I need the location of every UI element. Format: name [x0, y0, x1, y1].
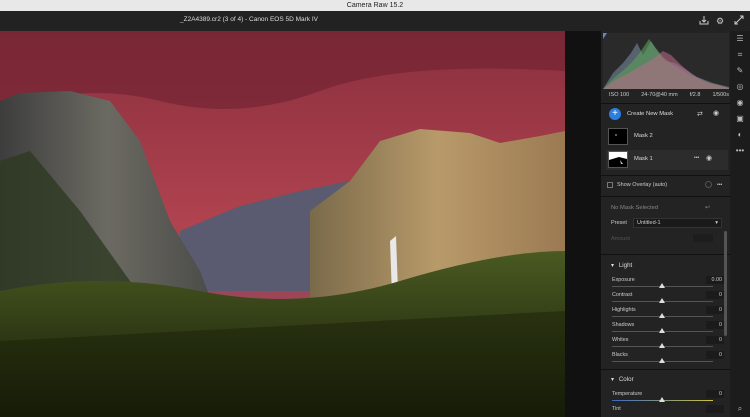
masking-panel: ISO 100 24-70@40 mm f/2.8 1/500s + Creat… [600, 31, 730, 417]
eye-icon[interactable]: ◉ [706, 154, 712, 162]
slider-thumb[interactable] [659, 343, 665, 348]
top-toolbar: _Z2A4389.cr2 (3 of 4) - Canon EOS 5D Mar… [0, 11, 750, 31]
divider [601, 103, 730, 104]
gear-icon[interactable]: ⚙ [714, 15, 726, 27]
slider-value[interactable]: 0 [706, 291, 724, 299]
divider [601, 196, 730, 197]
mask-item-2[interactable]: Mask 2 [606, 127, 728, 147]
shadows-slider[interactable]: Shadows 0 [612, 321, 724, 336]
fullscreen-icon[interactable] [733, 15, 745, 27]
window-title-bar: Camera Raw 15.2 [0, 0, 750, 11]
more-icon[interactable]: ••• [717, 182, 722, 188]
slider-thumb[interactable] [659, 358, 665, 363]
photo-preview[interactable] [0, 31, 565, 417]
tint-slider[interactable]: Tint [612, 405, 724, 417]
chevron-down-icon: ▾ [611, 376, 615, 383]
divider [601, 254, 730, 255]
slider-label: Shadows [612, 322, 635, 328]
divider [601, 175, 730, 176]
exif-lens: 24-70@40 mm [641, 92, 678, 98]
image-canvas[interactable] [0, 31, 600, 417]
slider-label: Whites [612, 337, 629, 343]
exif-iso: ISO 100 [609, 92, 630, 98]
blacks-slider[interactable]: Blacks 0 [612, 351, 724, 366]
show-overlay-label: Show Overlay (auto) [617, 182, 668, 188]
exif-aperture: f/2.8 [689, 92, 701, 98]
panel-scrollbar[interactable] [724, 231, 727, 336]
healing-brush-icon[interactable]: ✎ [734, 65, 746, 77]
mask-thumbnail [608, 128, 628, 145]
slider-label: Tint [612, 406, 621, 412]
preset-label: Preset [611, 220, 627, 226]
slider-thumb[interactable] [659, 397, 665, 402]
create-mask-label[interactable]: Create New Mask [627, 111, 673, 117]
overlay-color-swatch[interactable] [705, 181, 712, 188]
slider-label: Blacks [612, 352, 628, 358]
whites-slider[interactable]: Whites 0 [612, 336, 724, 351]
amount-label: Amount [611, 236, 630, 242]
create-mask-row: + Create New Mask ⇄ ◉ [609, 108, 727, 122]
app-title: Camera Raw 15.2 [346, 2, 404, 9]
red-eye-icon[interactable]: ◉ [734, 97, 746, 109]
slider-value[interactable] [706, 405, 724, 413]
slider-thumb[interactable] [659, 328, 665, 333]
slider-value[interactable]: 0 [706, 321, 724, 329]
reset-icon[interactable]: ↩ [705, 204, 710, 211]
chevron-down-icon: ▾ [715, 220, 718, 226]
mask-label: Mask 2 [634, 133, 653, 139]
no-mask-selected-label: No Mask Selected [611, 205, 659, 211]
tool-rail: ☰ ⌗ ✎ ◎ ◉ ▣ ◐ ••• ⌕ [730, 31, 750, 417]
mask-thumbnail [608, 151, 628, 168]
divider [601, 369, 730, 370]
exif-info: ISO 100 24-70@40 mm f/2.8 1/500s [609, 92, 729, 98]
presets-icon[interactable]: ◐ [734, 129, 746, 141]
slider-value[interactable]: 0.00 [706, 276, 724, 284]
highlights-slider[interactable]: Highlights 0 [612, 306, 724, 321]
light-section-header[interactable]: ▾ Light [611, 262, 632, 269]
slider-label: Exposure [612, 277, 635, 283]
amount-row: Amount [611, 234, 726, 242]
canvas-gutter [565, 31, 600, 417]
slider-value[interactable]: 0 [706, 336, 724, 344]
slider-value[interactable]: 0 [706, 390, 724, 398]
save-icon[interactable] [698, 15, 710, 27]
amount-input[interactable] [693, 234, 713, 242]
slider-value[interactable]: 0 [706, 306, 724, 314]
slider-thumb[interactable] [659, 283, 665, 288]
exif-shutter: 1/500s [712, 92, 729, 98]
show-overlay-checkbox[interactable] [607, 182, 613, 188]
more-icon[interactable]: ••• [694, 155, 699, 161]
contrast-slider[interactable]: Contrast 0 [612, 291, 724, 306]
histogram [603, 33, 729, 89]
color-section-title: Color [618, 376, 634, 383]
preset-value: Untitled-1 [637, 220, 661, 226]
slider-label: Contrast [612, 292, 633, 298]
preset-row: Preset Untitled-1 ▾ [611, 218, 726, 228]
slider-label: Highlights [612, 307, 636, 313]
eye-icon[interactable]: ◉ [713, 109, 719, 117]
exposure-slider[interactable]: Exposure 0.00 [612, 276, 724, 291]
invert-icon[interactable]: ⇄ [697, 110, 703, 118]
zoom-icon[interactable]: ⌕ [734, 403, 746, 415]
temperature-slider[interactable]: Temperature 0 [612, 390, 724, 405]
color-section-header[interactable]: ▾ Color [611, 376, 634, 383]
slider-thumb[interactable] [659, 313, 665, 318]
preset-select[interactable]: Untitled-1 ▾ [633, 218, 722, 228]
slider-thumb[interactable] [659, 298, 665, 303]
more-icon[interactable]: ••• [734, 145, 746, 157]
create-mask-button[interactable]: + [609, 108, 621, 120]
light-section-title: Light [618, 262, 633, 269]
edit-sliders-icon[interactable]: ☰ [734, 33, 746, 45]
crop-icon[interactable]: ⌗ [734, 49, 746, 61]
chevron-down-icon: ▾ [611, 262, 615, 269]
mask-item-1[interactable]: Mask 1 ••• ◉ [606, 150, 728, 170]
slider-label: Temperature [612, 391, 643, 397]
slider-value[interactable]: 0 [706, 351, 724, 359]
mask-label: Mask 1 [634, 156, 653, 162]
show-overlay-row: Show Overlay (auto) ••• [607, 181, 727, 191]
masking-icon[interactable]: ◎ [734, 81, 746, 93]
file-title: _Z2A4389.cr2 (3 of 4) - Canon EOS 5D Mar… [180, 16, 319, 23]
snapshots-icon[interactable]: ▣ [734, 113, 746, 125]
